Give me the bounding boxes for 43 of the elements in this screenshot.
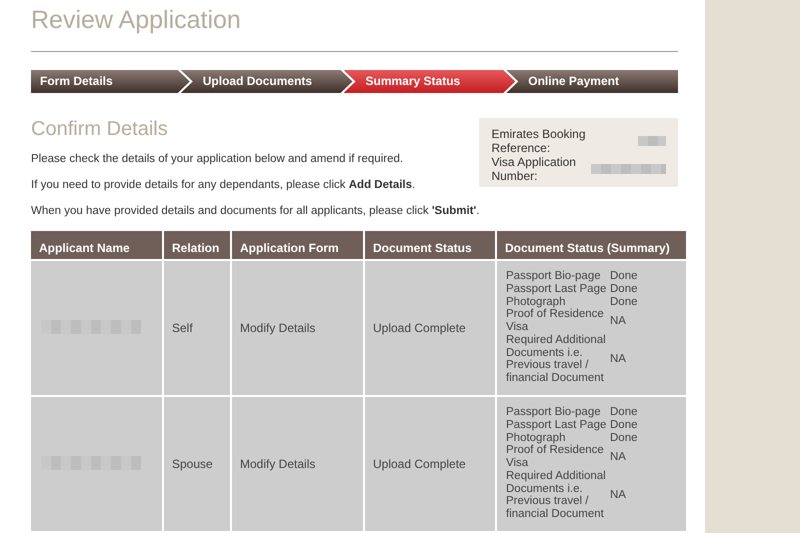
redacted-value bbox=[638, 136, 666, 146]
document-status: Done bbox=[610, 406, 638, 420]
document-status: NA bbox=[610, 352, 626, 366]
table-cell: Self bbox=[163, 260, 231, 396]
document-status: NA bbox=[610, 450, 626, 464]
reference-label: Emirates Booking Reference: bbox=[491, 127, 587, 155]
table-cell: Spouse bbox=[163, 396, 231, 531]
document-name: Proof of Residence Visa bbox=[506, 308, 605, 334]
progress-step: Upload Documents bbox=[180, 70, 352, 93]
table-cell: Upload Complete bbox=[364, 260, 496, 396]
document-name: Required Additional Documents i.e. Previous travel / financial Document bbox=[506, 334, 607, 385]
document-status: Done bbox=[610, 432, 638, 444]
instruction-text: When you have provided details and documents for all applicants, please click 'Submit'. bbox=[31, 205, 480, 217]
document-status: NA bbox=[610, 314, 626, 328]
column-header: Document Status (Summary) bbox=[496, 231, 686, 260]
document-status: Done bbox=[610, 419, 638, 432]
instruction-text: Please check the details of your application below and amend if required. bbox=[31, 153, 404, 165]
column-header: Applicant Name bbox=[31, 231, 163, 260]
instruction-text: If you need to provide details for any dependants, please click Add Details. bbox=[31, 179, 416, 191]
progress-step: Form Details bbox=[31, 70, 190, 93]
column-header: Document Status bbox=[364, 231, 496, 260]
table-cell: Upload Complete bbox=[364, 396, 496, 531]
document-status: Done bbox=[610, 283, 638, 296]
document-name: Required Additional Documents i.e. Previous travel / financial Document bbox=[506, 470, 607, 521]
section-title: Confirm Details bbox=[31, 118, 169, 141]
document-name: Passport Last Page bbox=[506, 283, 608, 296]
document-name: Proof of Residence Visa bbox=[506, 444, 605, 470]
document-name: Photograph bbox=[506, 296, 566, 308]
document-name: Passport Bio-page bbox=[506, 406, 602, 420]
progress-step: Online Payment bbox=[506, 70, 678, 93]
document-name: Photograph bbox=[506, 432, 566, 444]
page-title: Review Application bbox=[31, 6, 242, 36]
table-cell: Modify Details bbox=[231, 396, 364, 531]
document-status: Done bbox=[610, 296, 638, 308]
column-header: Application Form bbox=[231, 231, 364, 260]
column-header: Relation bbox=[163, 231, 231, 260]
reference-label: Visa Application Number: bbox=[491, 155, 577, 183]
table-cell: Modify Details bbox=[231, 260, 364, 396]
progress-step: Summary Status bbox=[344, 70, 516, 93]
document-status: NA bbox=[610, 488, 626, 502]
document-status: Done bbox=[610, 270, 638, 284]
document-name: Passport Bio-page bbox=[506, 270, 602, 284]
document-name: Passport Last Page bbox=[506, 419, 608, 432]
